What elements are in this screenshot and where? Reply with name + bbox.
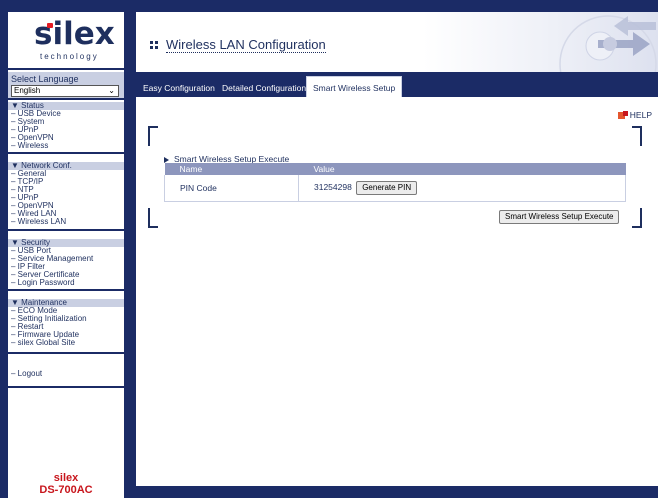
product-label: silex DS-700AC xyxy=(8,472,124,498)
nav-item-wireless-lan[interactable]: – Wireless LAN xyxy=(8,218,124,226)
chevron-down-icon: ⌄ xyxy=(108,86,115,95)
language-select[interactable]: English ⌄ xyxy=(11,85,119,97)
generate-pin-button[interactable]: Generate PIN xyxy=(356,180,418,195)
help-label: HELP xyxy=(629,110,652,120)
product-brand: silex xyxy=(53,472,79,484)
grid-bullet-icon xyxy=(150,41,159,50)
tab-detailed-configuration[interactable]: Detailed Configuration xyxy=(222,80,306,97)
nav-item-login-password[interactable]: – Login Password xyxy=(8,279,124,287)
logo: silex technology xyxy=(8,12,124,70)
nav-group-maintenance: ▼ Maintenance – ECO Mode – Setting Initi… xyxy=(8,299,124,347)
language-selected-value: English xyxy=(14,86,41,95)
nav-group-security: ▼ Security – USB Port – Service Manageme… xyxy=(8,239,124,287)
nav-group-status: ▼ Status – USB Device – System – UPnP – … xyxy=(8,102,124,150)
column-header-name: Name xyxy=(164,163,299,175)
panel-corner xyxy=(632,126,642,146)
pin-code-value: 31254298 xyxy=(314,181,352,192)
panel-corner xyxy=(148,126,158,146)
table-header-row: Name Value xyxy=(164,163,626,175)
tab-smart-wireless-setup[interactable]: Smart Wireless Setup xyxy=(306,76,403,97)
divider xyxy=(8,289,124,291)
nav-group-network-conf: ▼ Network Conf. – General – TCP/IP – NTP… xyxy=(8,162,124,226)
tab-easy-configuration[interactable]: Easy Configuration xyxy=(143,80,215,97)
help-link[interactable]: HELP xyxy=(617,110,652,120)
tab-bar: Easy Configuration Detailed Configuratio… xyxy=(136,72,658,97)
nav-item-silex-global-site[interactable]: – silex Global Site xyxy=(8,339,124,347)
panel-corner xyxy=(148,208,158,228)
help-icon xyxy=(617,111,628,120)
divider xyxy=(8,386,124,388)
pin-code-cell: 31254298 Generate PIN xyxy=(298,175,626,202)
logout-link[interactable]: – Logout xyxy=(11,369,42,378)
page-header: Wireless LAN Configuration xyxy=(136,12,658,72)
divider xyxy=(8,229,124,231)
column-header-value: Value xyxy=(298,163,626,175)
triangle-right-icon xyxy=(164,156,169,163)
divider xyxy=(8,352,124,354)
sidebar: silex technology Select Language English… xyxy=(8,12,124,498)
logo-dot-icon xyxy=(47,23,53,28)
language-panel: Select Language English ⌄ xyxy=(8,72,124,100)
panel-corner xyxy=(632,208,642,228)
language-label: Select Language xyxy=(11,74,79,84)
smart-wireless-setup-execute-button[interactable]: Smart Wireless Setup Execute xyxy=(499,210,620,224)
footer-bar xyxy=(136,486,658,498)
page-title: Wireless LAN Configuration xyxy=(166,37,326,53)
arrows-decoration-icon xyxy=(559,15,657,72)
divider xyxy=(8,152,124,154)
pin-code-label: PIN Code xyxy=(164,175,299,202)
top-frame xyxy=(132,0,658,12)
table-row: PIN Code 31254298 Generate PIN xyxy=(164,175,626,202)
settings-table: Name Value PIN Code 31254298 Generate PI… xyxy=(164,163,626,202)
product-model: DS-700AC xyxy=(39,484,93,496)
main-content: Wireless LAN Configuration Easy Configur… xyxy=(136,12,658,498)
nav-item-wireless[interactable]: – Wireless xyxy=(8,142,124,150)
logo-tagline: technology xyxy=(40,52,99,61)
